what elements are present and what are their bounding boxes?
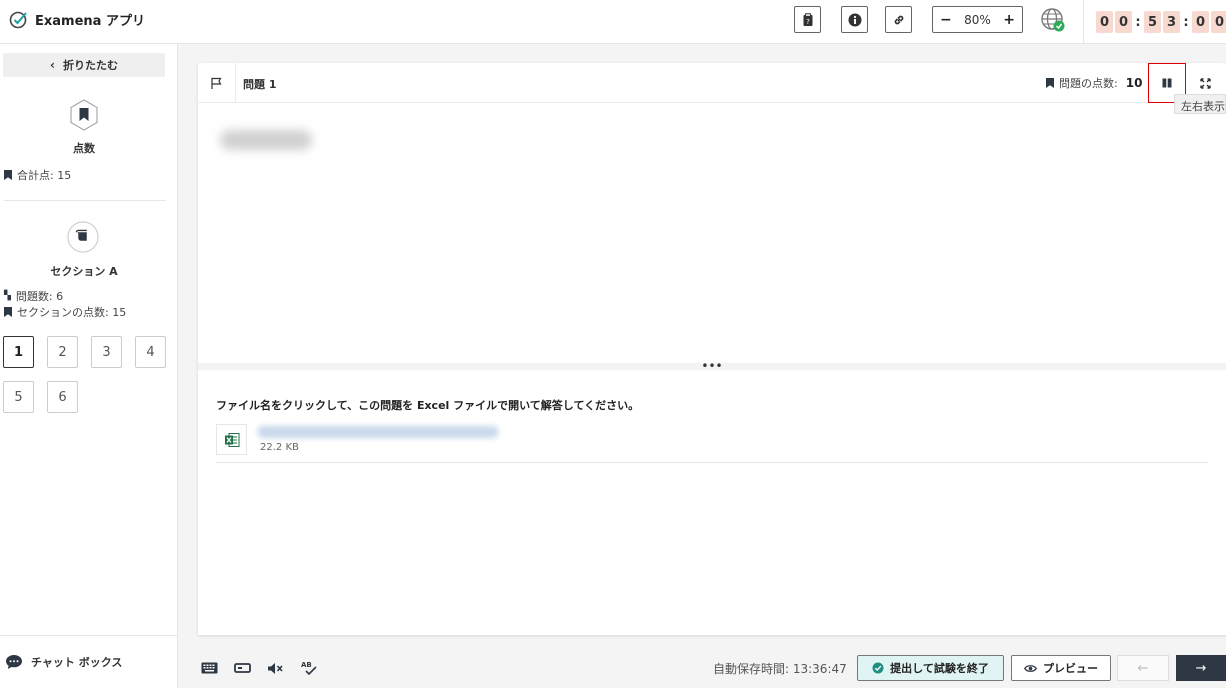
- app-logo: Examena アプリ: [9, 9, 145, 29]
- sidebar: ‹ 折りたたむ 点数 合計点: 15 セクション A ▚ 問題数: 6 セクショ…: [0, 44, 178, 688]
- submit-exam-button[interactable]: 提出して試験を終了: [857, 655, 1004, 681]
- spellcheck-button[interactable]: AB: [299, 658, 319, 678]
- clipboard-icon: ?: [803, 12, 812, 26]
- previous-question-button[interactable]: ←: [1117, 655, 1169, 681]
- file-size: 22.2 KB: [260, 442, 299, 453]
- keyboard-icon: [201, 662, 217, 674]
- question-count-label: 問題数: 6: [15, 290, 64, 303]
- sidebar-divider: [4, 200, 166, 201]
- svg-text:AB: AB: [301, 661, 312, 669]
- timer-digit: 0: [1192, 11, 1209, 33]
- question-header: 問題 1 問題の点数: 10: [198, 63, 1226, 103]
- question-points-label: 問題の点数:: [1059, 77, 1118, 90]
- chat-icon: [6, 655, 22, 669]
- expand-icon: [1199, 77, 1211, 89]
- keyboard-button[interactable]: [199, 658, 219, 678]
- question-title: 問題 1: [243, 78, 277, 91]
- question-nav-4[interactable]: 4: [135, 336, 166, 368]
- split-view-tooltip: 左右表示: [1174, 94, 1226, 114]
- section-points: セクションの点数: 15: [4, 304, 126, 320]
- network-status-icon[interactable]: [1040, 7, 1066, 33]
- mute-button[interactable]: [265, 658, 285, 678]
- expand-button[interactable]: [1195, 73, 1215, 93]
- chat-box-button[interactable]: チャット ボックス: [0, 635, 178, 688]
- input-field-icon: [233, 663, 251, 673]
- next-question-button[interactable]: →: [1176, 655, 1226, 681]
- timer-separator: :: [1135, 14, 1141, 30]
- bookmark-icon: [4, 307, 12, 317]
- spellcheck-icon: AB: [301, 661, 317, 676]
- zoom-out-button[interactable]: −: [940, 12, 952, 28]
- question-card: 問題 1 問題の点数: 10 左右表示 ••• ファイル名をクリックして、この問…: [198, 63, 1226, 635]
- speaker-mute-icon: [267, 662, 283, 674]
- timer-digit: 0: [1096, 11, 1113, 33]
- question-points: 問題の点数: 10: [1046, 75, 1142, 91]
- info-button[interactable]: [841, 6, 868, 33]
- chevron-left-icon: ‹: [50, 58, 55, 72]
- chat-label: チャット ボックス: [31, 656, 123, 669]
- attachment-row[interactable]: 22.2 KB: [216, 420, 1208, 463]
- question-points-value: 10: [1125, 76, 1143, 90]
- flag-icon: [211, 77, 222, 89]
- question-nav-3[interactable]: 3: [91, 336, 122, 368]
- timer-digit: 5: [1144, 11, 1161, 33]
- autosave-time: 自動保存時間: 13:36:47: [713, 662, 847, 676]
- question-nav-2[interactable]: 2: [47, 336, 78, 368]
- zoom-control: − 80% +: [932, 6, 1023, 33]
- total-points: 合計点: 15: [4, 167, 71, 183]
- hierarchy-icon: ▚: [4, 291, 11, 301]
- app-title: Examena アプリ: [35, 13, 145, 29]
- section-icon: [67, 221, 99, 253]
- points-title: 点数: [73, 142, 95, 155]
- check-circle-icon: [872, 662, 884, 674]
- zoom-in-button[interactable]: +: [1003, 12, 1015, 28]
- question-count: ▚ 問題数: 6: [4, 288, 63, 304]
- timer-digit: 0: [1211, 11, 1226, 33]
- question-nav-6[interactable]: 6: [47, 381, 78, 413]
- instruction-text: ファイル名をクリックして、この問題を Excel ファイルで開いて解答してくださ…: [216, 399, 640, 412]
- collapse-label: 折りたたむ: [62, 59, 118, 72]
- svg-text:?: ?: [806, 18, 810, 26]
- bookmark-hex-icon: [70, 99, 98, 131]
- total-points-label: 合計点: 15: [17, 169, 72, 182]
- preview-label: プレビュー: [1043, 662, 1098, 675]
- file-name-redacted[interactable]: [258, 426, 498, 438]
- timer-digit: 0: [1115, 11, 1132, 33]
- link-icon: [894, 15, 903, 24]
- link-button[interactable]: [885, 6, 912, 33]
- timer-digit: 3: [1163, 11, 1180, 33]
- question-nav-5[interactable]: 5: [3, 381, 34, 413]
- bookmark-icon: [4, 170, 12, 180]
- excel-file-icon: [216, 424, 247, 455]
- bookmark-icon: [1046, 78, 1054, 88]
- timer-separator: :: [1183, 14, 1189, 30]
- info-icon: [848, 13, 861, 26]
- collapse-button[interactable]: ‹ 折りたたむ: [3, 53, 165, 77]
- exam-timer: 0 0 : 5 3 : 0 0: [1083, 0, 1226, 44]
- top-bar: Examena アプリ ? − 80% + 0 0: 5 3: 0 0: [0, 0, 1226, 44]
- flag-button[interactable]: [198, 63, 236, 103]
- section-title: セクション A: [50, 265, 118, 278]
- submit-label: 提出して試験を終了: [890, 662, 989, 675]
- section-points-label: セクションの点数: 15: [17, 306, 127, 319]
- text-input-button[interactable]: [232, 658, 252, 678]
- columns-icon: [1162, 78, 1172, 88]
- zoom-level: 80%: [964, 12, 991, 27]
- question-nav-1[interactable]: 1: [3, 336, 34, 368]
- pane-splitter-handle[interactable]: •••: [198, 360, 1226, 372]
- check-circle-icon: [9, 11, 27, 29]
- eye-icon: [1024, 664, 1037, 672]
- clipboard-button[interactable]: ?: [794, 6, 821, 33]
- preview-button[interactable]: プレビュー: [1011, 655, 1111, 681]
- question-text-redacted: [220, 130, 312, 150]
